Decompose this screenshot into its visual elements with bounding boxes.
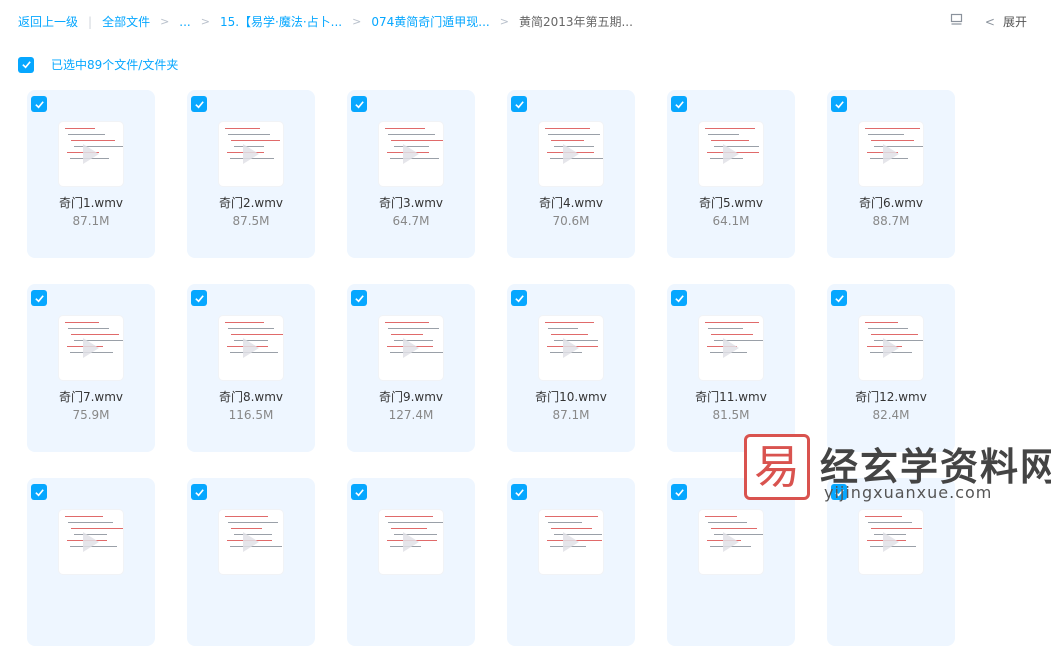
file-name: 奇门4.wmv	[538, 196, 604, 210]
file-card[interactable]: 奇门4.wmv 70.6M	[507, 90, 635, 258]
file-name: 奇门12.wmv	[855, 390, 927, 404]
file-size: 75.9M	[72, 408, 110, 422]
chevron-right-icon: >	[499, 15, 509, 28]
breadcrumb-current: 黄简2013年第五期...	[518, 15, 633, 29]
file-checkbox[interactable]	[831, 290, 847, 306]
file-card[interactable]: 奇门3.wmv 64.7M	[347, 90, 475, 258]
video-thumbnail	[219, 122, 283, 186]
video-thumbnail	[59, 510, 123, 574]
file-size: 81.5M	[712, 408, 750, 422]
file-checkbox[interactable]	[191, 290, 207, 306]
divider: |	[88, 14, 93, 29]
chevron-right-icon: >	[200, 15, 210, 28]
file-card[interactable]	[347, 478, 475, 646]
file-name: 奇门8.wmv	[218, 390, 284, 404]
file-checkbox[interactable]	[351, 290, 367, 306]
file-checkbox[interactable]	[31, 290, 47, 306]
file-name: 奇门10.wmv	[535, 390, 607, 404]
file-card[interactable]: 奇门5.wmv 64.1M	[667, 90, 795, 258]
video-thumbnail	[539, 122, 603, 186]
file-checkbox[interactable]	[511, 290, 527, 306]
file-checkbox[interactable]	[671, 290, 687, 306]
file-name: 奇门7.wmv	[58, 390, 124, 404]
collapse-chevron-icon[interactable]: <	[985, 15, 995, 29]
video-thumbnail	[59, 122, 123, 186]
file-checkbox[interactable]	[351, 96, 367, 112]
file-size: 116.5M	[228, 408, 274, 422]
file-card[interactable]	[187, 478, 315, 646]
video-thumbnail	[859, 122, 923, 186]
video-thumbnail	[219, 316, 283, 380]
file-card[interactable]: 奇门2.wmv 87.5M	[187, 90, 315, 258]
file-size: 82.4M	[872, 408, 910, 422]
file-name: 奇门6.wmv	[858, 196, 924, 210]
file-checkbox[interactable]	[671, 96, 687, 112]
video-thumbnail	[379, 510, 443, 574]
file-card[interactable]: 奇门9.wmv 127.4M	[347, 284, 475, 452]
video-thumbnail	[539, 316, 603, 380]
select-all-checkbox[interactable]	[18, 56, 34, 73]
file-name: 奇门5.wmv	[698, 196, 764, 210]
file-size: 88.7M	[872, 214, 910, 228]
file-checkbox[interactable]	[671, 484, 687, 500]
selection-count-label: 已选中89个文件/文件夹	[51, 58, 179, 72]
video-thumbnail	[699, 316, 763, 380]
watermark: 易 经玄学资料网 yijingxuanxue.com	[744, 434, 1051, 527]
video-thumbnail	[539, 510, 603, 574]
file-card[interactable]: 奇门10.wmv 87.1M	[507, 284, 635, 452]
file-card[interactable]: 奇门8.wmv 116.5M	[187, 284, 315, 452]
top-right-controls: < 展开	[950, 13, 1027, 30]
file-name: 奇门2.wmv	[218, 196, 284, 210]
watermark-url: yijingxuanxue.com	[824, 483, 993, 502]
file-card[interactable]	[27, 478, 155, 646]
top-bar: 返回上一级 | 全部文件 > ... > 15.【易学·魔法·占卜... > 0…	[0, 0, 1051, 44]
breadcrumb-folder-2[interactable]: 074黄简奇门遁甲现...	[371, 13, 489, 30]
file-checkbox[interactable]	[511, 96, 527, 112]
breadcrumb-folder-1[interactable]: 15.【易学·魔法·占卜...	[220, 13, 342, 30]
file-checkbox[interactable]	[351, 484, 367, 500]
expand-button[interactable]: 展开	[1003, 13, 1027, 30]
file-name: 奇门9.wmv	[378, 390, 444, 404]
chevron-right-icon: >	[160, 15, 170, 28]
file-checkbox[interactable]	[31, 484, 47, 500]
selection-bar: 已选中89个文件/文件夹	[18, 56, 178, 73]
file-size: 70.6M	[552, 214, 590, 228]
file-checkbox[interactable]	[511, 484, 527, 500]
file-size: 127.4M	[388, 408, 434, 422]
file-size: 87.5M	[232, 214, 270, 228]
file-checkbox[interactable]	[31, 96, 47, 112]
breadcrumb: 返回上一级 | 全部文件 > ... > 15.【易学·魔法·占卜... > 0…	[18, 13, 633, 30]
back-link[interactable]: 返回上一级	[18, 13, 78, 30]
file-card[interactable]: 奇门7.wmv 75.9M	[27, 284, 155, 452]
file-checkbox[interactable]	[831, 96, 847, 112]
file-checkbox[interactable]	[191, 96, 207, 112]
file-card[interactable]: 奇门11.wmv 81.5M	[667, 284, 795, 452]
video-thumbnail	[219, 510, 283, 574]
breadcrumb-all-files[interactable]: 全部文件	[102, 13, 150, 30]
chevron-right-icon: >	[352, 15, 362, 28]
file-card[interactable]: 奇门1.wmv 87.1M	[27, 90, 155, 258]
file-card[interactable]: 奇门6.wmv 88.7M	[827, 90, 955, 258]
video-thumbnail	[379, 122, 443, 186]
file-card[interactable]: 奇门12.wmv 82.4M	[827, 284, 955, 452]
breadcrumb-ellipsis[interactable]: ...	[179, 15, 190, 29]
file-name: 奇门3.wmv	[378, 196, 444, 210]
watermark-seal: 易	[744, 434, 810, 500]
list-view-icon[interactable]	[950, 13, 963, 30]
video-thumbnail	[699, 122, 763, 186]
file-name: 奇门1.wmv	[58, 196, 124, 210]
file-checkbox[interactable]	[191, 484, 207, 500]
file-size: 64.7M	[392, 214, 430, 228]
video-thumbnail	[59, 316, 123, 380]
video-thumbnail	[859, 316, 923, 380]
file-name: 奇门11.wmv	[695, 390, 767, 404]
video-thumbnail	[379, 316, 443, 380]
file-card[interactable]	[507, 478, 635, 646]
file-size: 64.1M	[712, 214, 750, 228]
file-size: 87.1M	[552, 408, 590, 422]
file-size: 87.1M	[72, 214, 110, 228]
